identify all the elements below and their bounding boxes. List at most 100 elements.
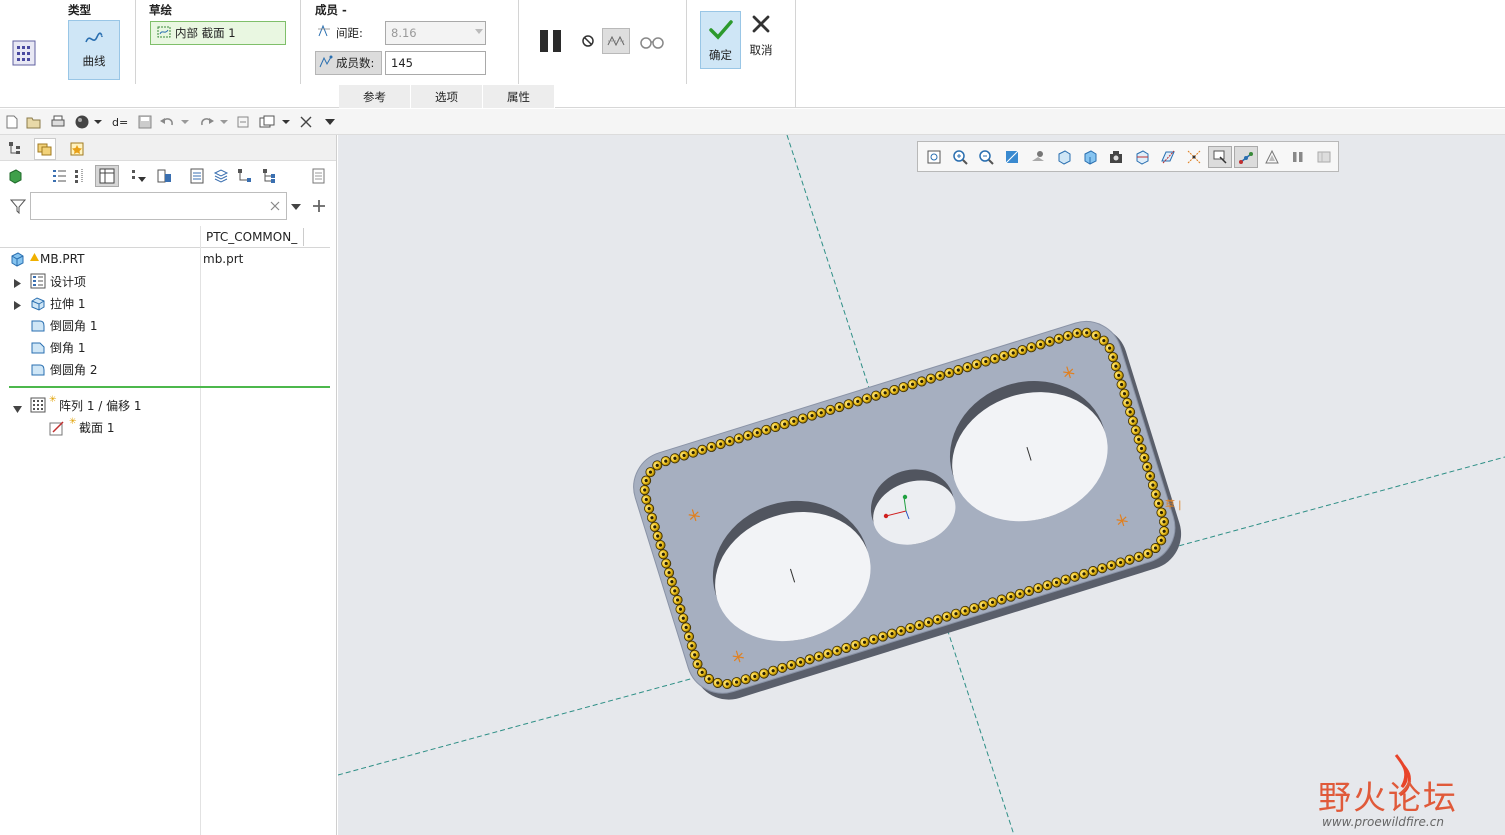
close-window-icon[interactable] <box>298 114 314 130</box>
round-icon <box>29 360 47 378</box>
redo-icon[interactable] <box>199 114 215 130</box>
count-field[interactable]: 145 <box>385 51 486 75</box>
favorites-tab-icon[interactable] <box>66 138 88 160</box>
members-group-label: 成员 - <box>315 3 347 17</box>
layers-icon[interactable] <box>188 167 206 185</box>
search-dropdown-icon[interactable] <box>291 198 301 216</box>
tree-outline-icon[interactable] <box>72 167 90 185</box>
tree-item-round-1[interactable]: 倒圆角 1 <box>0 314 330 336</box>
relations-icon[interactable]: d= <box>112 114 130 130</box>
insert-here-line[interactable] <box>9 386 330 388</box>
print-icon[interactable] <box>50 114 66 130</box>
preview-geometry-button[interactable] <box>602 28 630 54</box>
pattern-icon <box>29 396 47 414</box>
filter-funnel-icon[interactable] <box>9 197 27 215</box>
column-header[interactable]: PTC_COMMON_ <box>201 226 330 248</box>
tree-item-pattern[interactable]: ✳ 阵列 1 / 偏移 1 <box>0 394 330 416</box>
appearance-sphere-icon[interactable] <box>74 114 90 130</box>
tree-item-design-items[interactable]: 设计项 <box>0 270 330 292</box>
checkmark-icon <box>708 18 734 45</box>
folder-browser-tab-icon[interactable] <box>34 138 56 160</box>
design-items-icon <box>29 272 47 290</box>
tree-item-label: 设计项 <box>50 274 87 289</box>
watermark-url: www.proewildfire.cn <box>1322 815 1444 829</box>
tree-item-label: 倒圆角 2 <box>50 362 98 377</box>
curve-type-button[interactable]: 曲线 <box>68 20 120 80</box>
model-tree-panel: PTC_COMMON_ MB.PRT mb.prt 设计项 拉伸 1 倒圆角 1… <box>0 135 337 835</box>
panel-options-icon[interactable] <box>310 167 328 185</box>
chamfer-icon <box>29 338 47 356</box>
panel-tab-strip <box>0 135 336 161</box>
windows-icon[interactable] <box>259 114 275 130</box>
display-cube-icon[interactable] <box>6 167 24 185</box>
model-scene[interactable]: 草 | <box>338 135 1505 835</box>
tab-references[interactable]: 参考 <box>339 85 411 108</box>
stack-layers-icon[interactable] <box>212 167 230 185</box>
tree-search-input[interactable] <box>30 192 287 220</box>
hierarchy-icon[interactable] <box>236 167 254 185</box>
column-header-label: PTC_COMMON_ <box>206 229 298 244</box>
cancel-button[interactable]: 取消 <box>746 14 776 69</box>
sketch-icon <box>157 26 171 41</box>
customize-toolbar-icon[interactable] <box>324 114 336 130</box>
root-value: mb.prt <box>203 252 244 266</box>
ok-button[interactable]: 确定 <box>700 11 741 69</box>
close-icon <box>751 14 771 37</box>
tree-item-extrude[interactable]: 拉伸 1 <box>0 292 330 314</box>
add-column-icon[interactable] <box>310 197 328 215</box>
tree-root-row[interactable]: MB.PRT mb.prt <box>0 248 330 270</box>
count-icon <box>318 54 334 73</box>
sketch-collector[interactable]: 内部 截面 1 <box>150 21 286 45</box>
cancel-label: 取消 <box>749 43 773 57</box>
undo-icon[interactable] <box>159 114 175 130</box>
no-preview-icon[interactable] <box>580 33 596 49</box>
tree-columns-icon[interactable] <box>95 165 119 187</box>
tab-options[interactable]: 选项 <box>411 85 483 108</box>
sketch-value: 内部 截面 1 <box>175 26 236 40</box>
new-file-icon[interactable] <box>4 114 20 130</box>
regenerate-icon[interactable] <box>235 114 251 130</box>
expand-arrow-icon[interactable] <box>14 277 21 291</box>
tree-toolbar <box>0 163 336 189</box>
tab-properties[interactable]: 属性 <box>483 85 555 108</box>
model-tree-tab-icon[interactable] <box>6 139 24 157</box>
new-item-star-icon: ✳ <box>69 417 77 427</box>
ribbon: 类型 曲线 草绘 内部 截面 1 成员 - 间距: 8.16 成员数: 145 <box>0 0 1505 108</box>
tree-settings-icon[interactable] <box>155 167 173 185</box>
graphics-viewport[interactable]: 草 | 野火论坛 www.proewildfire.cn <box>338 135 1505 835</box>
tree-item-chamfer-1[interactable]: 倒角 1 <box>0 336 330 358</box>
warning-icon <box>30 250 39 264</box>
save-icon[interactable] <box>137 114 153 130</box>
tree-item-section[interactable]: ✳ 截面 1 <box>0 416 330 438</box>
quick-access-toolbar: d= <box>0 109 1505 135</box>
sketch-label-marker: 草 | <box>1165 499 1182 511</box>
dashboard-tabs: 参考 选项 属性 <box>339 85 555 108</box>
round-icon <box>29 316 47 334</box>
sketch-section-icon <box>48 419 66 437</box>
redo-dropdown-icon[interactable] <box>220 114 228 130</box>
pause-button[interactable] <box>540 30 564 52</box>
tree-list-icon[interactable] <box>50 167 68 185</box>
spacing-dropdown-icon[interactable] <box>475 29 483 34</box>
tree-item-label: 拉伸 1 <box>50 296 86 311</box>
tree-filter-settings-icon[interactable] <box>130 167 148 185</box>
appearance-dropdown-icon[interactable] <box>94 114 102 130</box>
count-value: 145 <box>391 56 413 70</box>
spacing-field[interactable]: 8.16 <box>385 21 486 45</box>
collapse-arrow-icon[interactable] <box>13 402 22 416</box>
verify-glasses-icon[interactable] <box>638 34 666 50</box>
expand-arrow-icon[interactable] <box>14 299 21 313</box>
tree-item-label: 截面 1 <box>79 420 115 435</box>
svg-text:d=: d= <box>112 116 128 129</box>
clear-search-icon[interactable] <box>270 200 280 214</box>
tree-item-round-2[interactable]: 倒圆角 2 <box>0 358 330 380</box>
open-folder-icon[interactable] <box>26 114 42 130</box>
tree-item-label: 倒角 1 <box>50 340 86 355</box>
spacing-row: 间距: <box>316 23 363 42</box>
structure-icon[interactable] <box>260 167 278 185</box>
new-item-star-icon: ✳ <box>49 395 57 405</box>
undo-dropdown-icon[interactable] <box>181 114 189 130</box>
tree-item-label: 阵列 1 / 偏移 1 <box>59 398 142 413</box>
windows-dropdown-icon[interactable] <box>282 114 290 130</box>
count-row[interactable]: 成员数: <box>315 51 382 75</box>
